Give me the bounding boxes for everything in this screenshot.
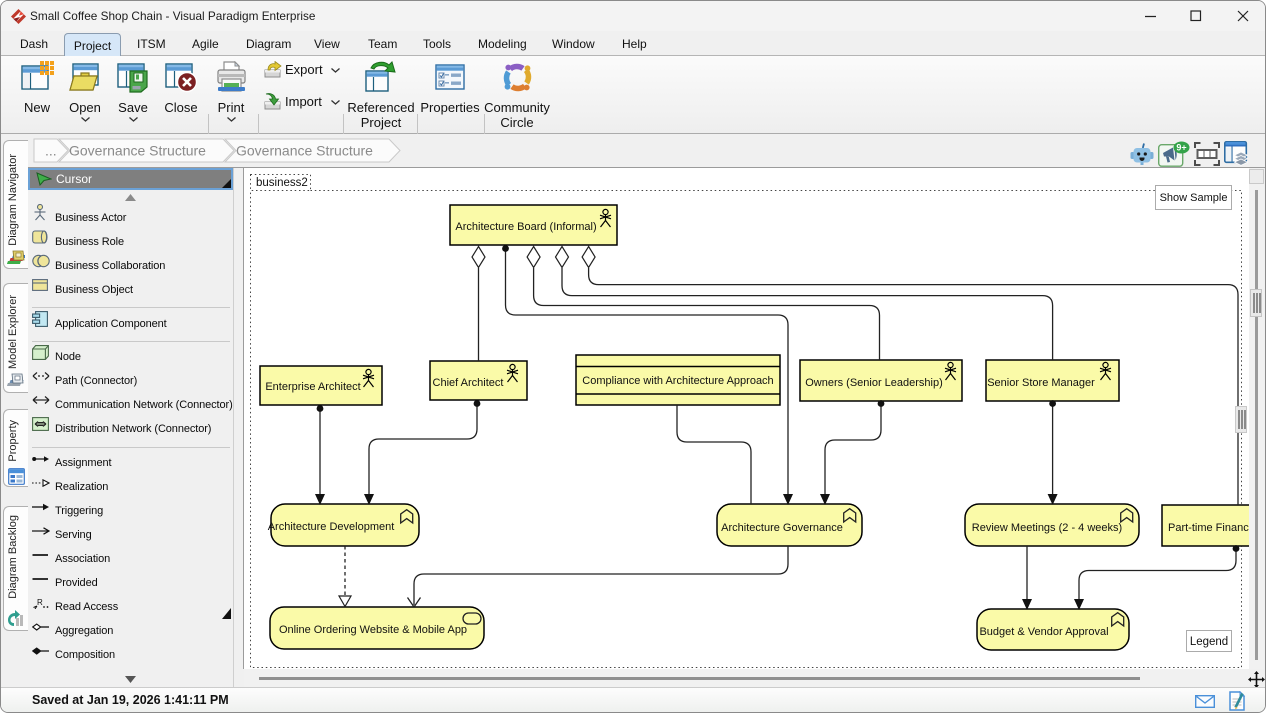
svg-text:Online Ordering Website & Mobi: Online Ordering Website & Mobile App	[279, 624, 467, 636]
svg-text:9+: 9+	[1176, 143, 1186, 153]
svg-text:Governance Structure: Governance Structure	[69, 143, 206, 159]
svg-text:Show Sample: Show Sample	[1160, 192, 1228, 204]
svg-text:business2: business2	[256, 177, 308, 189]
svg-text:Part-time Financi: Part-time Financi	[1168, 522, 1249, 534]
svg-text:Enterprise Architect: Enterprise Architect	[265, 381, 360, 393]
svg-text:Budget & Vendor Approval: Budget & Vendor Approval	[979, 626, 1108, 638]
svg-text:Chief Architect: Chief Architect	[433, 377, 504, 389]
svg-text:Architecture Board (Informal): Architecture Board (Informal)	[455, 221, 596, 233]
svg-text:Owners (Senior Leadership): Owners (Senior Leadership)	[805, 377, 943, 389]
svg-text:Senior Store Manager: Senior Store Manager	[987, 377, 1095, 389]
svg-text:...: ...	[45, 143, 57, 159]
svg-text:Review Meetings (2 - 4 weeks): Review Meetings (2 - 4 weeks)	[972, 522, 1122, 534]
svg-text:Architecture Governance: Architecture Governance	[721, 522, 843, 534]
svg-text:Legend: Legend	[1190, 636, 1228, 648]
svg-text:Compliance with Architecture A: Compliance with Architecture Approach	[582, 375, 773, 387]
svg-text:Governance Structure: Governance Structure	[236, 143, 373, 159]
svg-text:Architecture Development: Architecture Development	[268, 521, 395, 533]
svg-text:R: R	[37, 598, 43, 607]
